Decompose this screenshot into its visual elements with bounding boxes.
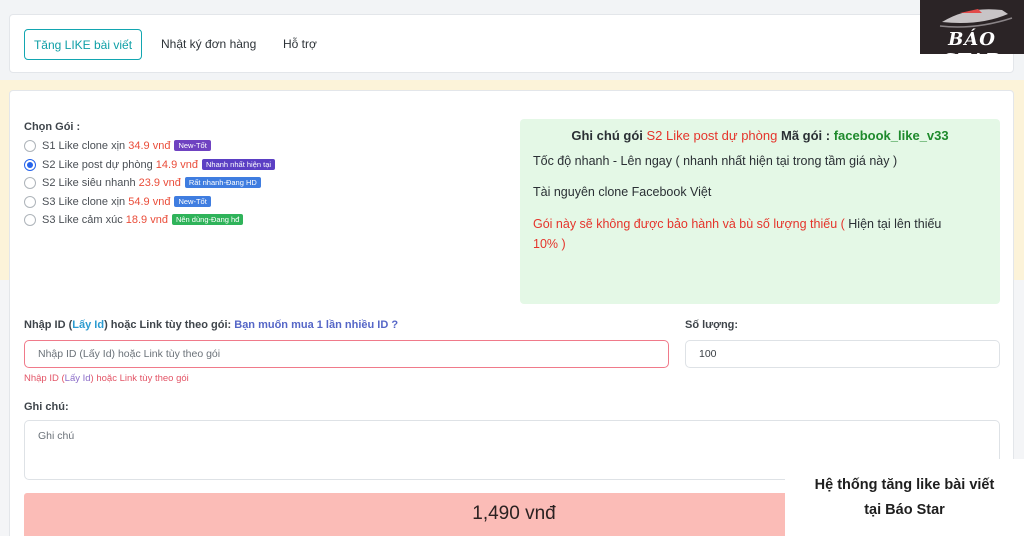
package-price: 54.9 vnđ (128, 195, 171, 208)
package-name: S3 Like clone xịn (42, 195, 126, 208)
package-text: S3 Like clone xịn 54.9 vnđ New-Tốt (42, 195, 211, 209)
package-name: S2 Like post dự phòng (42, 158, 153, 171)
package-price: 34.9 vnđ (128, 140, 171, 152)
package-badge: Nên dùng-Đang hđ (171, 214, 244, 225)
package-name: S1 Like clone xịn (42, 140, 126, 152)
id-link-input[interactable]: Nhập ID (Lấy Id) hoặc Link tùy theo gói (24, 340, 669, 368)
package-radio[interactable] (24, 195, 36, 208)
package-badge: Nhanh nhất hiện tại (202, 158, 276, 170)
bao-star-logo: BÁO STAR (920, 0, 1024, 54)
id-error-prefix: Nhập ID ( (24, 373, 65, 384)
id-input-error: Nhập ID (Lấy Id) hoặc Link tùy theo gói (24, 373, 189, 384)
note-code-label: Mã gói : (780, 128, 831, 143)
total-price-box: 1,490 vnđ (24, 493, 794, 536)
package-radio[interactable] (24, 214, 36, 226)
package-radio[interactable] (24, 177, 36, 189)
caption-overlay: Hệ thống tăng like bài viết tại Báo Star (785, 459, 1024, 536)
get-id-link[interactable]: Lấy Id (72, 319, 104, 331)
id-input-label: Nhập ID (Lấy Id) hoặc Link tùy theo gói:… (24, 319, 398, 331)
package-price: 18.9 vnđ (125, 214, 168, 226)
package-badge: Rất nhanh-Đang HD (184, 177, 261, 188)
id-error-link[interactable]: Lấy Id (65, 373, 91, 384)
id-error-suffix: ) hoặc Link tùy theo gói (90, 373, 189, 384)
package-text: S1 Like clone xịn 34.9 vnđ New-Tốt (42, 139, 211, 153)
caption-line1: Hệ thống tăng like bài viết (814, 477, 995, 493)
package-text: S2 Like siêu nhanh 23.9 vnđ Rất nhanh-Đan… (42, 176, 261, 190)
package-price: 23.9 vnđ (138, 177, 181, 189)
package-label: Chọn Gói : (24, 121, 81, 133)
id-label-suffix: ) hoặc Link tùy theo gói: (104, 319, 232, 331)
package-radio[interactable] (24, 158, 36, 171)
package-badge: New-Tốt (174, 140, 211, 151)
note-speed: Tốc độ nhanh - Lên ngay ( nhanh nhất hiệ… (533, 154, 898, 168)
package-badge: New-Tốt (174, 195, 211, 207)
tab-order-history[interactable]: Nhật ký đơn hàng (161, 29, 256, 60)
package-note-box: Ghi chú gói S2 Like post dự phòng Mã gói… (520, 119, 1000, 304)
package-name: S3 Like cảm xúc (42, 214, 123, 226)
package-text: S2 Like post dự phòng 14.9 vnđ Nhanh nhất… (42, 158, 276, 172)
package-price: 14.9 vnđ (155, 158, 198, 171)
note-package-name: S2 Like post dự phòng (646, 128, 778, 143)
tab-support[interactable]: Hỗ trợ (283, 29, 317, 60)
note-warning: Gói này sẽ không được bảo hành và bù số … (533, 214, 993, 234)
note-warning-rest: Hiện tại lên thiếu (844, 217, 942, 231)
note-warning-line2: 10% ) (533, 237, 566, 251)
nav-card: Tăng LIKE bài viết Nhật ký đơn hàng Hỗ t… (9, 14, 1014, 73)
note-resource: Tài nguyên clone Facebook Việt (533, 185, 712, 199)
id-label-prefix: Nhập ID ( (24, 319, 73, 331)
motorboat-icon (939, 9, 1013, 28)
note-title: Ghi chú gói S2 Like post dự phòng Mã gói… (520, 128, 1000, 143)
note-title-prefix: Ghi chú gói (571, 128, 643, 143)
note-warning-red: Gói này sẽ không được bảo hành và bù số … (533, 217, 845, 231)
package-radio[interactable] (24, 140, 36, 152)
package-text: S3 Like cảm xúc 18.9 vnđ Nên dùng-Đang hđ (42, 213, 244, 227)
caption-line2: tại Báo Star (864, 502, 945, 518)
notes-label: Ghi chú: (24, 401, 69, 413)
quantity-label: Số lượng: (685, 319, 739, 331)
package-name: S2 Like siêu nhanh (42, 177, 136, 189)
buy-multiple-ids-link[interactable]: Bạn muốn mua 1 lần nhiều ID ? (234, 319, 398, 331)
quantity-input[interactable]: 100 (685, 340, 1000, 368)
tab-tang-like[interactable]: Tăng LIKE bài viết (24, 29, 142, 60)
note-code-value: facebook_like_v33 (833, 128, 949, 143)
logo-text: BÁO STAR (943, 29, 1000, 54)
